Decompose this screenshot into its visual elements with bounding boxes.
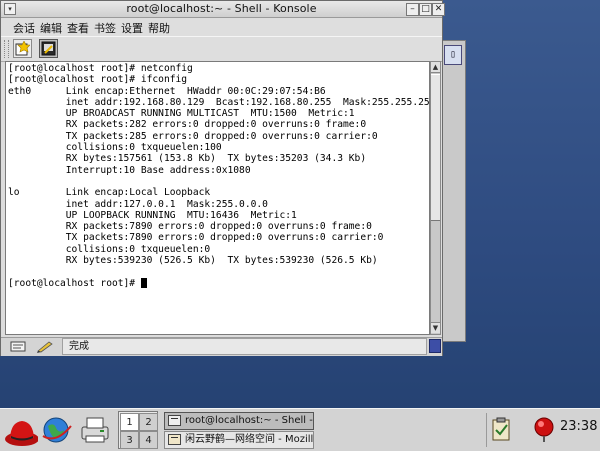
terminal-line-text: UP BROADCAST RUNNING MULTICAST MTU:1500 … bbox=[8, 108, 355, 120]
menu-settings[interactable]: 设置 bbox=[121, 20, 143, 36]
scroll-up-arrow[interactable]: ▲ bbox=[431, 62, 440, 73]
terminal-line: RX packets:282 errors:0 dropped:0 overru… bbox=[8, 119, 429, 130]
terminal-line-text: collisions:0 txqueuelen:0 bbox=[8, 243, 211, 255]
menu-bookmarks[interactable]: 书签 bbox=[94, 20, 116, 36]
terminal-line-text: RX bytes:157561 (153.8 Kb) TX bytes:3520… bbox=[8, 153, 367, 165]
terminal-line: eth0 Link encap:Ethernet HWaddr 00:0C:29… bbox=[8, 86, 429, 97]
tab-close-button[interactable] bbox=[429, 339, 441, 353]
workspace-pager[interactable]: 1 2 3 4 bbox=[118, 411, 158, 449]
alert-red-icon[interactable] bbox=[532, 415, 556, 443]
task-mozilla-icon bbox=[168, 434, 181, 445]
terminal-line-text: collisions:0 txqueuelen:100 bbox=[8, 142, 222, 154]
terminal-line: [root@localhost root]# bbox=[8, 277, 429, 289]
title-bar[interactable]: ▾ root@localhost:~ - Shell - Konsole – □… bbox=[1, 1, 445, 18]
toolbar-handle[interactable] bbox=[4, 40, 9, 58]
terminal-line-text: Interrupt:10 Base address:0x1080 bbox=[8, 164, 251, 176]
close-button[interactable]: ✕ bbox=[432, 3, 445, 16]
new-session-icon bbox=[15, 41, 30, 56]
terminal-line: RX bytes:157561 (153.8 Kb) TX bytes:3520… bbox=[8, 153, 429, 164]
session-tab[interactable]: 完成 bbox=[62, 338, 427, 355]
terminal-line-text: TX packets:285 errors:0 dropped:0 overru… bbox=[8, 130, 378, 142]
terminal-line: Interrupt:10 Base address:0x1080 bbox=[8, 165, 429, 176]
menu-bar: 会话 编辑 查看 书签 设置 帮助 bbox=[1, 18, 442, 36]
console-icon bbox=[41, 41, 56, 56]
bottom-panel: 1 2 3 4 root@localhost:~ - Shell - Konso… bbox=[0, 408, 600, 451]
window-title: root@localhost:~ - Shell - Konsole bbox=[126, 2, 317, 15]
task-konsole-label: root@localhost:~ - Shell - Konsole bbox=[185, 415, 313, 426]
menu-help[interactable]: 帮助 bbox=[148, 20, 170, 36]
redhat-icon[interactable] bbox=[4, 414, 38, 448]
workspace-2[interactable]: 2 bbox=[139, 413, 158, 431]
workspace-1[interactable]: 1 bbox=[120, 413, 139, 431]
task-konsole[interactable]: root@localhost:~ - Shell - Konsole bbox=[164, 412, 314, 430]
new-session-button[interactable] bbox=[13, 39, 32, 58]
terminal-line: collisions:0 txqueuelen:0 bbox=[8, 244, 429, 255]
konsole-window[interactable]: ▾ root@localhost:~ - Shell - Konsole – □… bbox=[0, 0, 445, 356]
workspace-3[interactable]: 3 bbox=[120, 431, 139, 449]
menu-view[interactable]: 查看 bbox=[67, 20, 89, 36]
clipboard-icon[interactable] bbox=[490, 417, 514, 443]
task-mozilla-label: 闲云野鹤—网络空间 - Mozilla bbox=[185, 434, 314, 445]
terminal-line: lo Link encap:Local Loopback bbox=[8, 187, 429, 198]
terminal-cursor bbox=[140, 277, 147, 288]
task-mozilla[interactable]: 闲云野鹤—网络空间 - Mozilla bbox=[164, 431, 314, 449]
clock[interactable]: 23:38 bbox=[560, 419, 597, 434]
terminal-line: collisions:0 txqueuelen:100 bbox=[8, 142, 429, 153]
terminal-line-text: [root@localhost root]# netconfig bbox=[8, 63, 193, 74]
terminal-line: inet addr:127.0.0.1 Mask:255.0.0.0 bbox=[8, 199, 429, 210]
terminal-line: RX bytes:539230 (526.5 Kb) TX bytes:5392… bbox=[8, 255, 429, 266]
terminal-line: [root@localhost root]# ifconfig bbox=[8, 74, 429, 85]
panel-separator bbox=[486, 413, 487, 447]
printer-icon[interactable] bbox=[77, 414, 111, 448]
scroll-down-arrow[interactable]: ▼ bbox=[431, 322, 440, 333]
terminal-line-text: UP LOOPBACK RUNNING MTU:16436 Metric:1 bbox=[8, 209, 297, 221]
menu-session[interactable]: 会话 bbox=[13, 20, 35, 36]
terminal-line-text: inet addr:127.0.0.1 Mask:255.0.0.0 bbox=[8, 198, 268, 210]
terminal-line-text: RX packets:7890 errors:0 dropped:0 overr… bbox=[8, 221, 372, 233]
terminal-line: [root@localhost root]# netconfig bbox=[8, 63, 429, 74]
maximize-button[interactable]: □ bbox=[419, 3, 432, 16]
terminal-line-text: eth0 Link encap:Ethernet HWaddr 00:0C:29… bbox=[8, 85, 326, 97]
task-konsole-icon bbox=[168, 415, 181, 426]
terminal-line: RX packets:7890 errors:0 dropped:0 overr… bbox=[8, 221, 429, 232]
terminal-line-text: RX bytes:539230 (526.5 Kb) TX bytes:5392… bbox=[8, 255, 378, 267]
terminal-line: inet addr:192.168.80.129 Bcast:192.168.8… bbox=[8, 97, 429, 108]
terminal-line: UP BROADCAST RUNNING MULTICAST MTU:1500 … bbox=[8, 108, 429, 119]
toolbar bbox=[1, 36, 442, 62]
notes-icon[interactable] bbox=[9, 340, 29, 353]
terminal-output[interactable]: [root@localhost root]# netconfig [root@lo… bbox=[5, 61, 430, 335]
browser-globe-icon[interactable] bbox=[40, 414, 74, 448]
menu-edit[interactable]: 编辑 bbox=[40, 20, 62, 36]
pencil-icon[interactable] bbox=[35, 340, 55, 353]
terminal-scrollbar[interactable]: ▲ ▼ bbox=[430, 61, 441, 335]
workspace-4[interactable]: 4 bbox=[139, 431, 158, 449]
terminal-line-text: [root@localhost root]# ifconfig bbox=[8, 74, 188, 86]
terminal-line-text: TX packets:7890 errors:0 dropped:0 overr… bbox=[8, 232, 384, 244]
background-window-icon[interactable]: ▯ bbox=[444, 45, 462, 65]
terminal-line-text: lo Link encap:Local Loopback bbox=[8, 187, 211, 199]
terminal-line: UP LOOPBACK RUNNING MTU:16436 Metric:1 bbox=[8, 210, 429, 221]
terminal-line-text: RX packets:282 errors:0 dropped:0 overru… bbox=[8, 119, 367, 131]
terminal-line-text: [root@localhost root]# bbox=[8, 277, 141, 289]
background-window[interactable]: ▯ bbox=[440, 40, 466, 342]
terminal-line-text: inet addr:192.168.80.129 Bcast:192.168.8… bbox=[8, 96, 430, 108]
minimize-button[interactable]: – bbox=[406, 3, 419, 16]
console-button[interactable] bbox=[39, 39, 58, 58]
scrollbar-thumb[interactable] bbox=[431, 74, 440, 221]
terminal-line: TX packets:7890 errors:0 dropped:0 overr… bbox=[8, 232, 429, 243]
session-tab-bar: 完成 bbox=[1, 337, 442, 356]
terminal-line: TX packets:285 errors:0 dropped:0 overru… bbox=[8, 131, 429, 142]
